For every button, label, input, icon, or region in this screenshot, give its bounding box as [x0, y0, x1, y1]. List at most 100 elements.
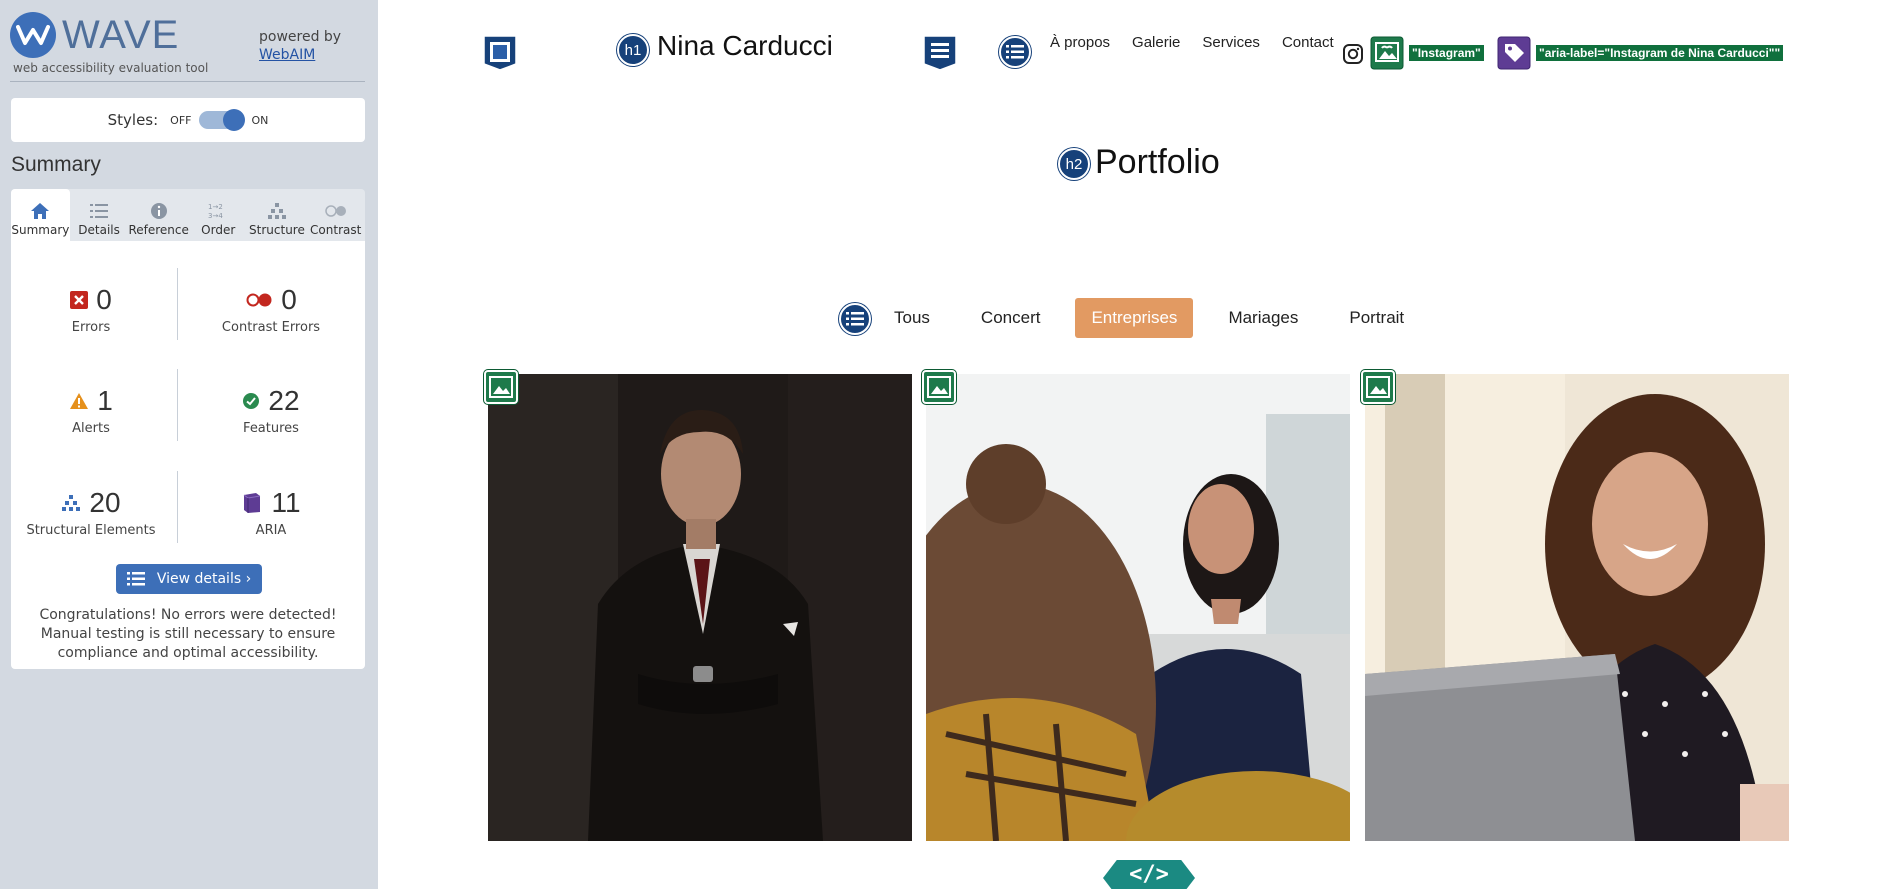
svg-text:1→2: 1→2	[208, 203, 223, 211]
structural-count: 20	[89, 487, 121, 518]
aria-label: ARIA	[255, 523, 287, 538]
h2-badge-icon[interactable]: h2	[1058, 148, 1090, 180]
divider	[177, 369, 178, 441]
error-icon	[70, 291, 89, 309]
gallery-image[interactable]	[926, 374, 1350, 841]
contrast-errors-count: 0	[281, 284, 297, 315]
header-landmark-icon[interactable]	[482, 34, 518, 72]
gallery-filters: Tous Concert Entreprises Mariages Portra…	[878, 298, 1439, 338]
site-title: Nina Carducci	[657, 30, 833, 61]
wave-logo: WAVE	[10, 12, 179, 58]
aria-label-tag: "aria-label="Instagram de Nina Carducci"…	[1536, 45, 1784, 61]
list-icon	[126, 572, 145, 586]
main-nav: À propos Galerie Services Contact	[1050, 34, 1334, 51]
tab-summary[interactable]: Summary	[11, 189, 70, 241]
tab-label: Details	[78, 223, 120, 237]
stat-structural[interactable]: 20 Structural Elements	[11, 485, 171, 538]
alerts-count: 1	[97, 385, 113, 416]
portfolio-title: Portfolio	[1095, 143, 1220, 181]
nav-link-about[interactable]: À propos	[1050, 34, 1110, 51]
svg-text:3→4: 3→4	[208, 212, 223, 220]
stat-errors[interactable]: 0 Errors	[11, 282, 171, 335]
filter-list-icon[interactable]	[839, 303, 871, 335]
structure-icon	[267, 203, 286, 219]
filter-all-button[interactable]: Tous	[878, 298, 946, 338]
contrast-error-icon	[246, 293, 272, 307]
errors-count: 0	[96, 284, 112, 315]
powered-by: powered by WebAIM	[259, 28, 341, 64]
features-count: 22	[268, 385, 300, 416]
filter-portrait-button[interactable]: Portrait	[1333, 298, 1420, 338]
aria-count: 11	[271, 487, 301, 518]
tab-label: Structure	[249, 223, 305, 237]
stat-contrast-errors[interactable]: 0 Contrast Errors	[191, 282, 351, 335]
divider	[177, 268, 178, 340]
tab-label: Summary	[11, 223, 70, 237]
toggle-knob[interactable]	[223, 109, 246, 131]
toggle-off-label: OFF	[170, 113, 192, 127]
nav-link-contact[interactable]: Contact	[1282, 34, 1334, 51]
features-label: Features	[243, 421, 299, 436]
alert-icon	[70, 393, 89, 409]
tab-label: Order	[201, 223, 236, 237]
nav-link-gallery[interactable]: Galerie	[1132, 34, 1180, 51]
view-details-label: View details ›	[156, 571, 252, 587]
stat-aria[interactable]: 11 ARIA	[191, 485, 351, 538]
list-badge-icon[interactable]	[999, 36, 1031, 68]
alt-text-tag: "Instagram"	[1409, 45, 1484, 61]
stat-alerts[interactable]: 1 Alerts	[11, 383, 171, 436]
nav-landmark-icon[interactable]	[922, 34, 958, 72]
view-details-button[interactable]: View details ›	[116, 564, 262, 594]
wave-logo-text: WAVE	[62, 12, 180, 57]
alerts-label: Alerts	[72, 421, 110, 436]
list-icon	[839, 303, 871, 335]
home-icon	[31, 203, 50, 219]
wave-tabs: Summary Details Reference 1→2 3→4 Order S…	[11, 189, 365, 241]
tab-order[interactable]: 1→2 3→4 Order	[189, 189, 248, 241]
instagram-icon[interactable]	[1342, 43, 1364, 65]
aria-icon	[244, 493, 261, 513]
divider	[177, 471, 178, 543]
tab-label: Contrast	[310, 223, 362, 237]
filter-weddings-button[interactable]: Mariages	[1212, 298, 1314, 338]
h1-badge-icon[interactable]: h1	[617, 34, 649, 66]
image-feature-icon[interactable]	[1361, 370, 1395, 404]
webaim-link[interactable]: WebAIM	[259, 46, 341, 64]
filter-concert-button[interactable]: Concert	[965, 298, 1057, 338]
tab-reference[interactable]: Reference	[128, 189, 189, 241]
image-feature-icon[interactable]	[922, 370, 956, 404]
structural-label: Structural Elements	[26, 523, 156, 538]
image-feature-icon[interactable]	[484, 370, 518, 404]
order-icon: 1→23→4	[208, 203, 223, 220]
styles-toggle-box: Styles: OFF ON	[11, 98, 365, 142]
tab-label: Reference	[128, 223, 189, 237]
feature-check-icon	[243, 393, 260, 409]
linked-image-icon[interactable]	[1370, 36, 1404, 70]
h1-badge: h1	[617, 34, 649, 66]
summary-heading: Summary	[11, 153, 101, 176]
aria-label-tag-icon[interactable]	[1497, 36, 1531, 70]
code-structure-icon[interactable]: </>	[1103, 860, 1195, 889]
contrast-errors-label: Contrast Errors	[221, 320, 321, 335]
tab-contrast[interactable]: Contrast	[306, 189, 365, 241]
stat-features[interactable]: 22 Features	[191, 383, 351, 436]
gallery-image[interactable]	[1365, 374, 1789, 841]
list-icon	[999, 36, 1031, 68]
h2-badge: h2	[1058, 148, 1090, 180]
summary-panel: 0 Errors 0 Contrast Errors 1 Alerts 22 F…	[11, 241, 365, 669]
wave-sidebar: WAVE web accessibility evaluation tool p…	[0, 0, 378, 889]
toggle-on-label: ON	[251, 113, 269, 127]
gallery-image[interactable]	[488, 374, 912, 841]
filter-companies-button[interactable]: Entreprises	[1075, 298, 1194, 338]
divider	[10, 81, 365, 82]
styles-toggle[interactable]	[199, 109, 246, 131]
errors-label: Errors	[71, 320, 111, 335]
powered-by-text: powered by	[259, 29, 342, 45]
tab-structure[interactable]: Structure	[248, 189, 307, 241]
tab-details[interactable]: Details	[70, 189, 129, 241]
info-icon	[150, 203, 167, 219]
list-icon	[90, 204, 109, 218]
nav-link-services[interactable]: Services	[1202, 34, 1260, 51]
congrats-message: Congratulations! No errors were detected…	[39, 607, 337, 661]
wave-logo-icon	[10, 12, 56, 58]
